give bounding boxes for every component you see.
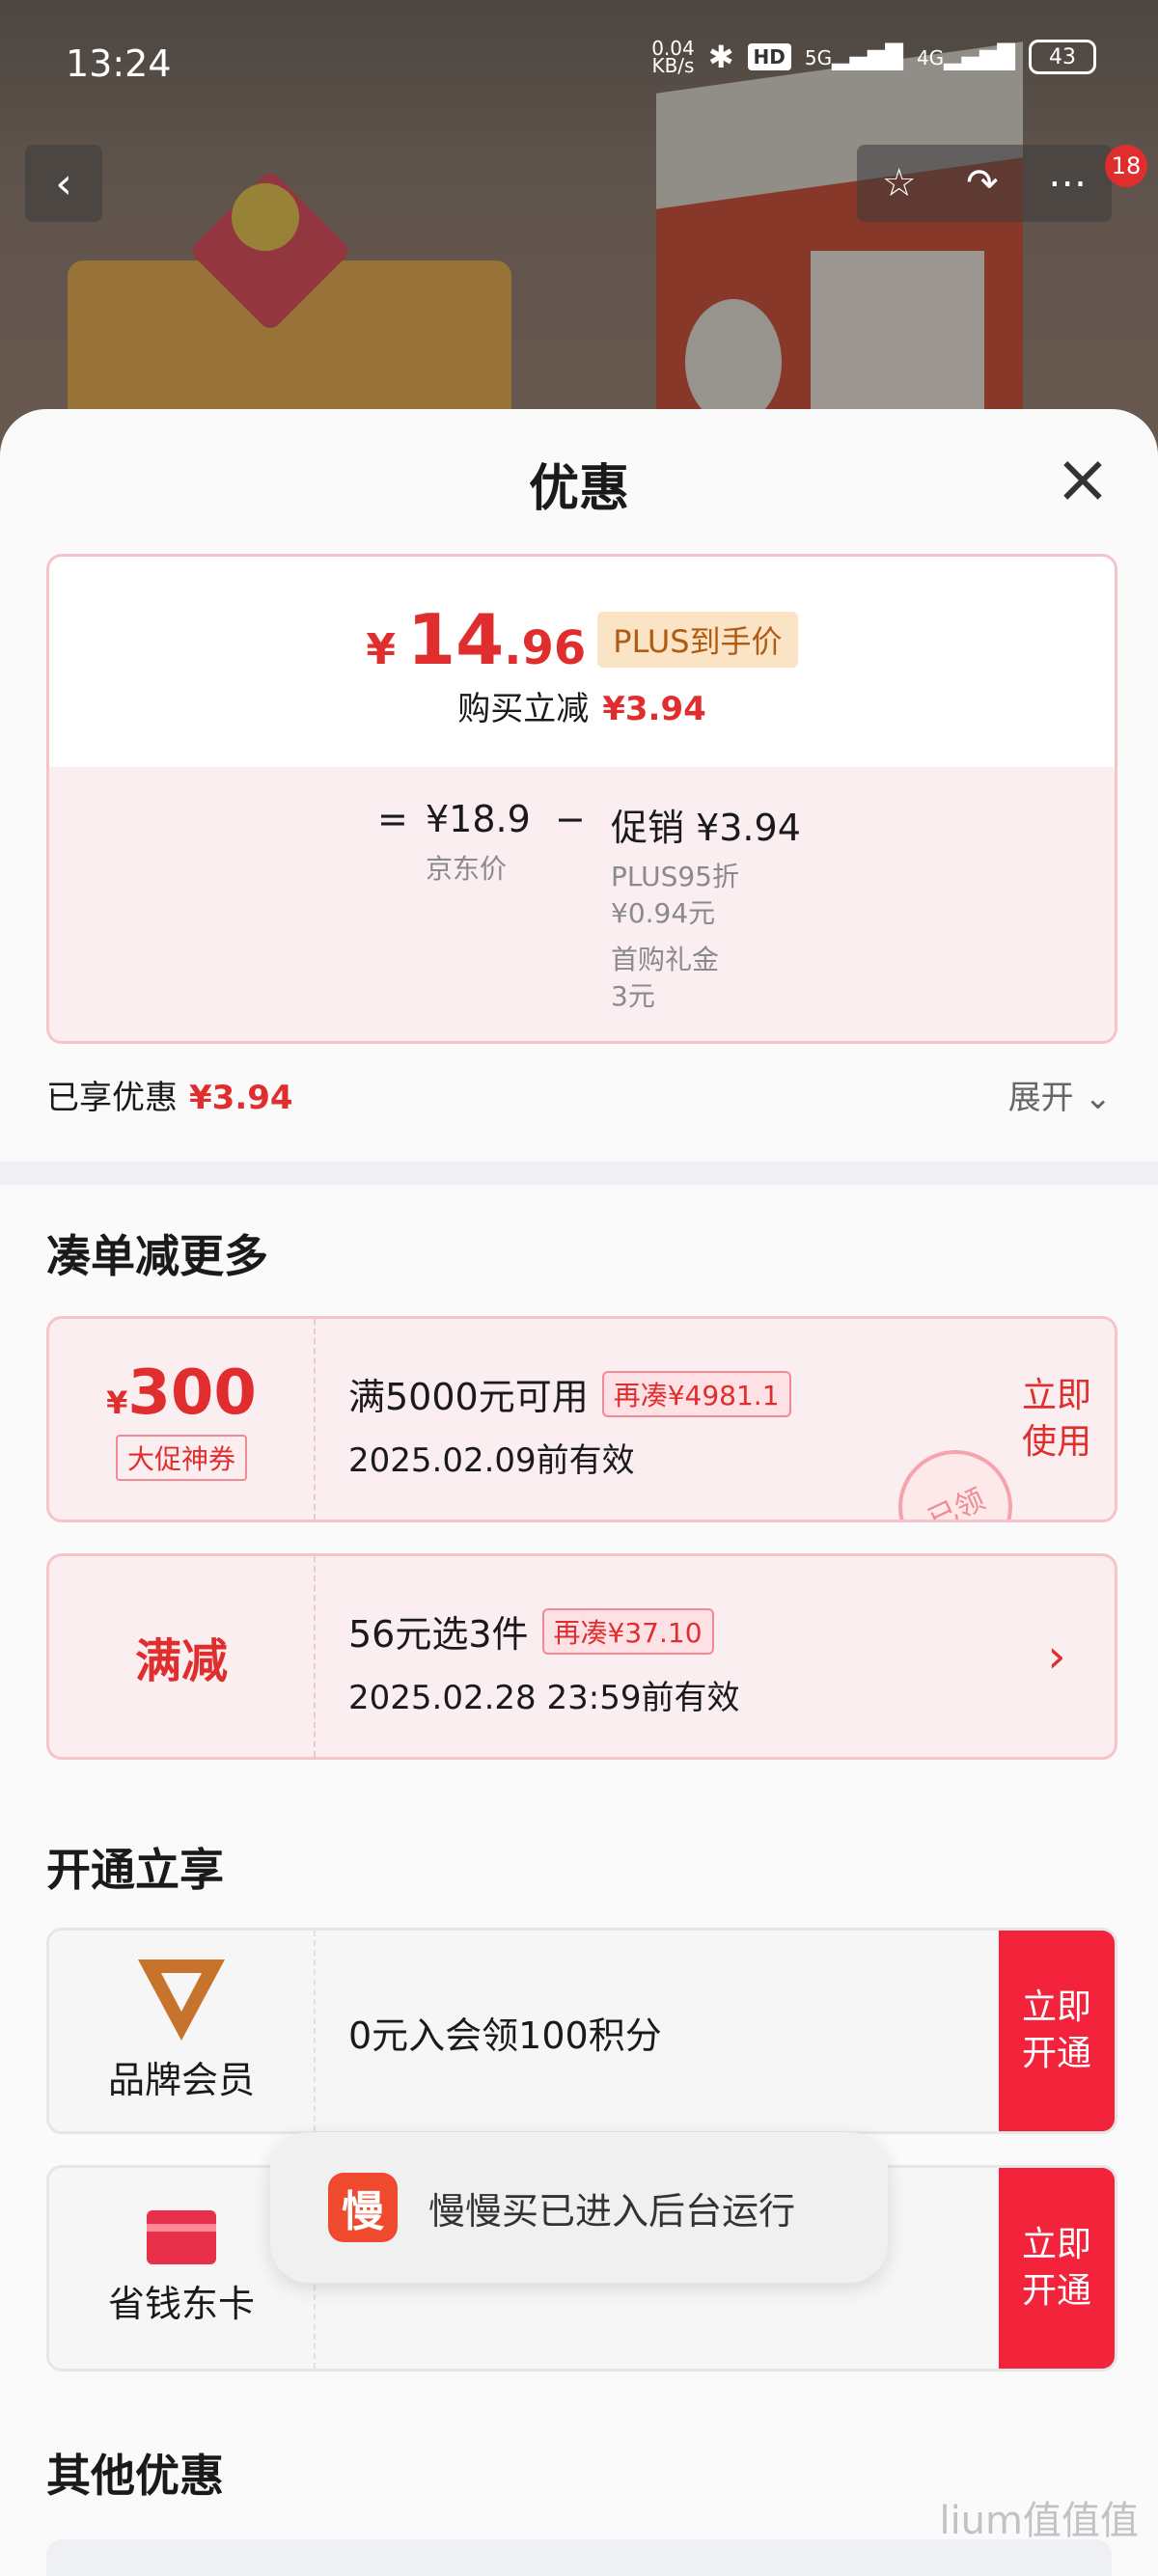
join-now-text: 立即 开通 (1022, 1985, 1091, 2077)
coupon-type-area: 满减 (49, 1556, 316, 1757)
use-now-line: 使用 (1021, 1422, 1091, 1462)
join-now-button[interactable]: 立即 开通 (999, 1931, 1115, 2131)
top-action-group: ☆ ↷ ⋯ (857, 145, 1112, 222)
back-button[interactable]: ‹ (25, 145, 102, 222)
status-time: 13:24 (66, 42, 172, 85)
background-run-toast: 慢 慢慢买已进入后台运行 (270, 2132, 888, 2283)
jd-price-label: 京东价 (426, 853, 508, 885)
hd-icon: HD (747, 43, 791, 70)
more-icon[interactable]: ⋯ (1048, 161, 1087, 206)
section-title-more: 凑单减更多 (46, 1230, 268, 1282)
promo-line: PLUS95折 (611, 861, 739, 892)
promo-line: ¥0.94元 (611, 897, 716, 929)
signal-4g-label: 4G (916, 46, 945, 69)
enjoyed-discount: 已享优惠 ¥3.94 (46, 1071, 293, 1118)
open-now-line: 立即 (1021, 2225, 1091, 2264)
coupon-amount-area: ¥300 大促神券 (49, 1319, 316, 1520)
promo-detail: PLUS95折 ¥0.94元 首购礼金 3元 (611, 859, 801, 1015)
signal-5g-label: 5G (804, 46, 833, 69)
brand-v-logo-icon (138, 1959, 225, 2041)
promo-label: 促销 ¥3.94 (611, 807, 801, 849)
card-icon (147, 2209, 216, 2264)
coupon-condition: 满5000元可用 (348, 1376, 589, 1418)
section-title-membership: 开通立享 (46, 1844, 224, 1896)
battery-level: 43 (1049, 44, 1076, 69)
coupon-condition-row: 满5000元可用 再凑¥4981.1 (348, 1367, 791, 1420)
coupon-extra-tag: 再凑¥37.10 (541, 1607, 714, 1655)
sheet-title: 优惠 (528, 460, 629, 518)
promo-line: 首购礼金 (611, 944, 720, 975)
expand-label: 展开 (1007, 1079, 1074, 1117)
final-price-yen: ¥ (366, 625, 397, 674)
coupon-validity: 2025.02.09前有效 (348, 1441, 635, 1480)
coupon-type-tag: 大促神券 (115, 1435, 247, 1481)
signal-4g-bars: ▂▄▆█ (944, 43, 1015, 70)
open-now-button[interactable]: 立即 开通 (999, 2168, 1115, 2369)
coupon-amount: ¥300 (106, 1357, 257, 1429)
section-divider (0, 1162, 1158, 1185)
enjoyed-value: ¥3.94 (189, 1079, 293, 1117)
coupon-detail: 56元选3件 再凑¥37.10 2025.02.28 23:59前有效 (348, 1604, 739, 1718)
plus-price-tag: PLUS到手价 (597, 612, 798, 668)
price-breakdown-card: ¥ 14 .96 PLUS到手价 购买立减 ¥3.94 = ¥18.9 京东价 −… (46, 554, 1117, 1044)
coupon-validity: 2025.02.28 23:59前有效 (348, 1679, 740, 1717)
instant-discount-label: 购买立减 (457, 690, 590, 728)
coupon-extra-tag: 再凑¥4981.1 (601, 1370, 791, 1417)
jd-price-value: ¥18.9 (426, 798, 531, 840)
status-bar: 13:24 0.04 KB/s ✱ HD 5G▂▄▆█ 4G▂▄▆█ 43 (0, 0, 1158, 125)
chevron-right-icon[interactable]: › (999, 1556, 1115, 1757)
coupon-card-300[interactable]: ¥300 大促神券 满5000元可用 再凑¥4981.1 2025.02.09前… (46, 1316, 1117, 1522)
equals-sign: = (377, 798, 408, 840)
join-now-line: 立即 (1021, 1987, 1091, 2027)
final-price-decimal: .96 (504, 621, 587, 675)
join-now-line: 开通 (1021, 2034, 1091, 2073)
share-icon[interactable]: ↷ (966, 161, 999, 206)
minus-sign: − (555, 798, 586, 840)
enjoyed-label: 已享优惠 (46, 1079, 178, 1117)
saving-card-label: 省钱东卡 (107, 2282, 255, 2325)
jd-price: ¥18.9 京东价 (426, 798, 531, 887)
status-icons: 0.04 KB/s ✱ HD 5G▂▄▆█ 4G▂▄▆█ 43 (651, 39, 1096, 75)
final-price: ¥ 14 .96 PLUS到手价 (49, 599, 1115, 680)
signal-5g-bars: ▂▄▆█ (832, 43, 903, 70)
close-icon[interactable]: × (1054, 445, 1112, 512)
instant-discount: 购买立减 ¥3.94 (49, 682, 1115, 729)
coupon-card-full-reduction[interactable]: 满减 56元选3件 再凑¥37.10 2025.02.28 23:59前有效 › (46, 1553, 1117, 1760)
open-now-text: 立即 开通 (1022, 2222, 1091, 2315)
use-now-line: 立即 (1021, 1376, 1091, 1415)
expand-button[interactable]: 展开 ⌄ (1008, 1071, 1112, 1118)
coupon-yen: ¥ (106, 1384, 128, 1421)
instant-discount-value: ¥3.94 (602, 690, 706, 728)
final-price-int: 14 (407, 599, 505, 680)
signal-4g-icon: 4G▂▄▆█ (917, 43, 1015, 70)
star-icon[interactable]: ☆ (882, 161, 917, 206)
use-now-text: 立即 使用 (1022, 1373, 1091, 1466)
brand-member-card: 品牌会员 0元入会领100积分 立即开通 (46, 1928, 1117, 2134)
coupon-condition-row: 56元选3件 再凑¥37.10 (348, 1604, 739, 1658)
open-now-line: 开通 (1021, 2271, 1091, 2311)
chevron-down-icon: ⌄ (1084, 1079, 1113, 1117)
battery-icon: 43 (1029, 40, 1096, 74)
promo-line: 3元 (611, 980, 655, 1012)
brand-member-area: 品牌会员 (49, 1931, 316, 2131)
use-now-button[interactable]: 立即 使用 (999, 1319, 1115, 1520)
coupon-amount-value: 300 (127, 1357, 257, 1429)
signal-5g-icon: 5G▂▄▆█ (805, 43, 903, 70)
promo-discount: 促销 ¥3.94 PLUS95折 ¥0.94元 首购礼金 3元 (611, 798, 801, 1015)
toast-message: 慢慢买已进入后台运行 (428, 2189, 796, 2233)
chevron-left-icon: ‹ (55, 158, 72, 208)
full-reduction-label: 满减 (134, 1634, 228, 1688)
manmanmai-app-icon: 慢 (328, 2173, 398, 2242)
site-watermark: lium值值值 (939, 2499, 1139, 2543)
section-title-other: 其他优惠 (46, 2450, 224, 2502)
brand-member-desc: 0元入会领100积分 (348, 2014, 662, 2057)
message-count-badge: 18 (1105, 145, 1147, 187)
bluetooth-icon: ✱ (707, 39, 734, 75)
brand-member-label: 品牌会员 (107, 2058, 255, 2101)
coupon-detail: 满5000元可用 再凑¥4981.1 2025.02.09前有效 (348, 1367, 791, 1481)
coupon-condition: 56元选3件 (348, 1613, 529, 1656)
net-speed: 0.04 KB/s (651, 37, 695, 77)
